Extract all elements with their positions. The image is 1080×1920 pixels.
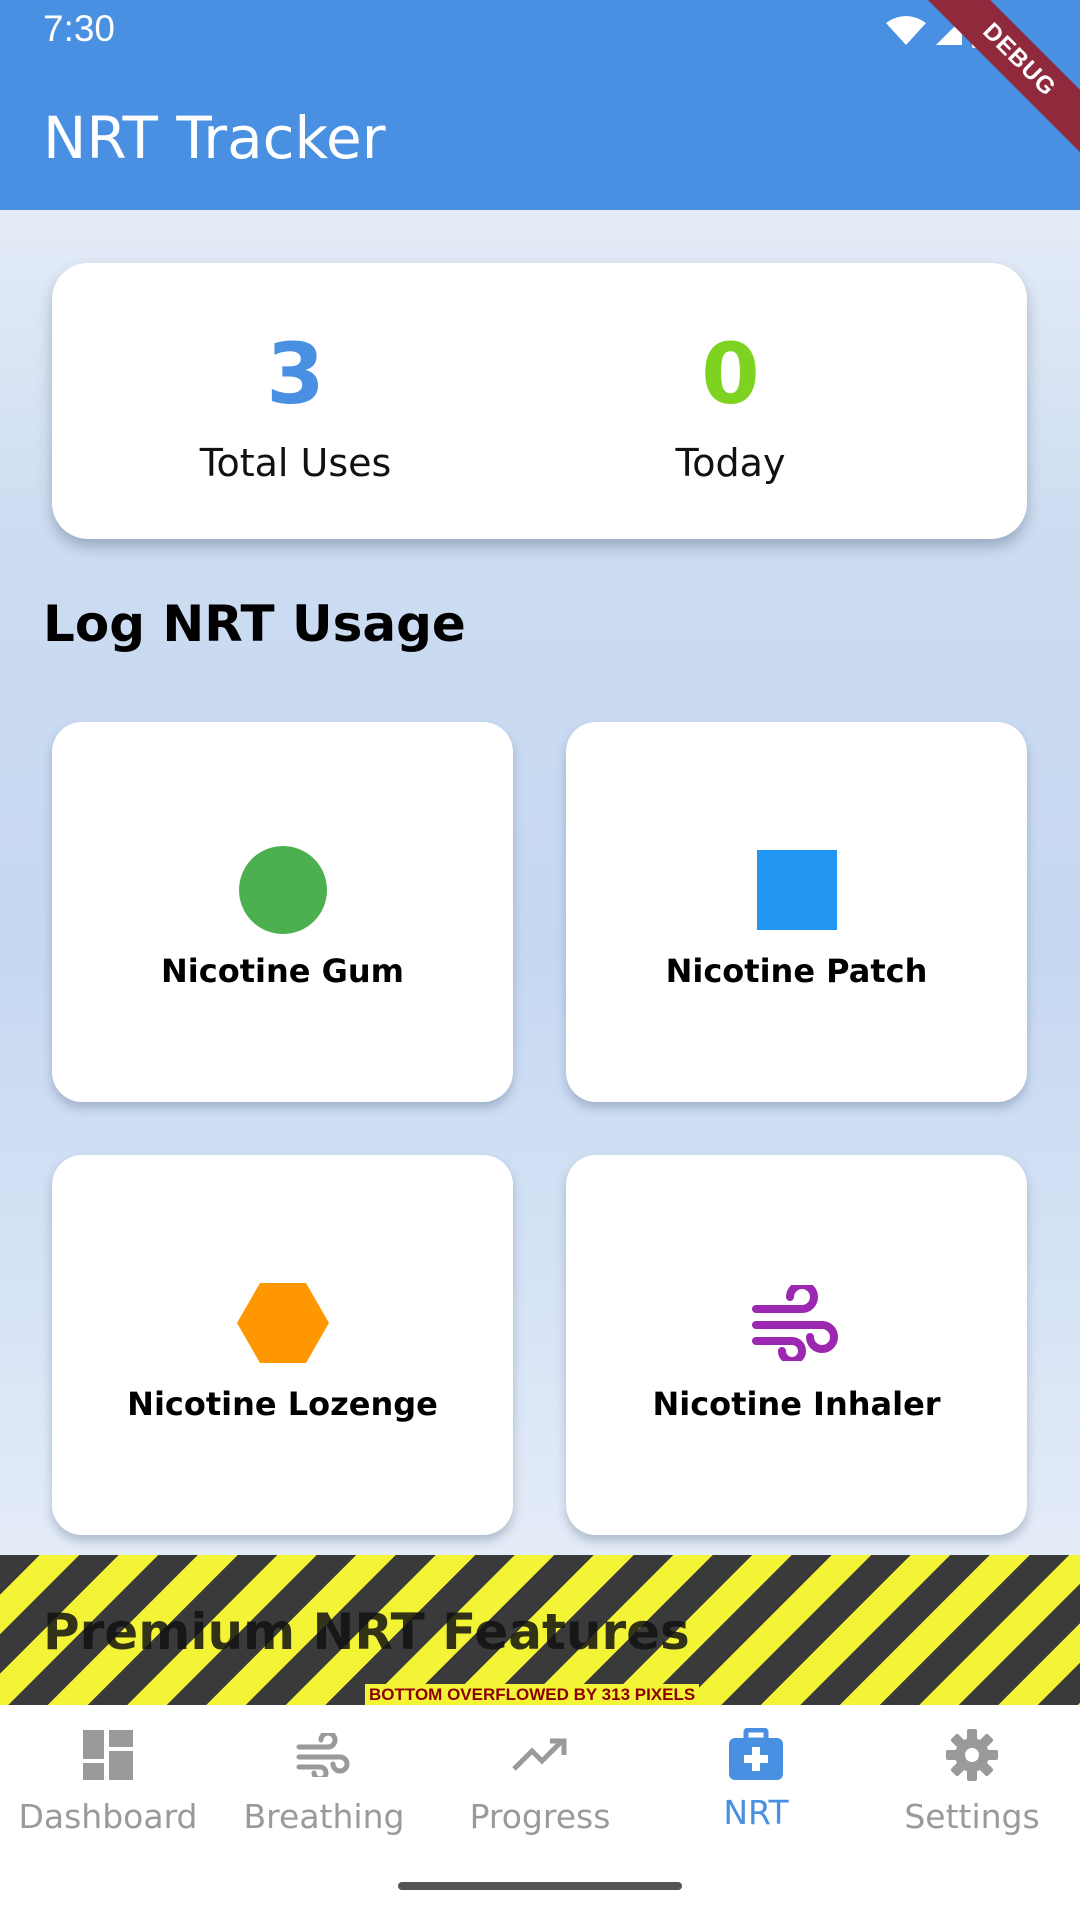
total-uses-label: Total Uses	[199, 441, 392, 485]
nav-item-progress[interactable]: Progress	[432, 1725, 648, 1836]
circle-icon	[52, 840, 513, 940]
medical-kit-icon	[648, 1725, 864, 1785]
main-content: 3 Total Uses 0 Today Log NRT Usage Nicot…	[0, 210, 1080, 1555]
tile-nicotine-gum[interactable]: Nicotine Gum	[52, 722, 513, 1102]
tile-label: Nicotine Patch	[665, 952, 928, 990]
stat-today: 0 Today	[487, 263, 974, 539]
nav-label: Breathing	[243, 1797, 405, 1836]
square-icon	[566, 840, 1027, 940]
log-section-title: Log NRT Usage	[43, 595, 466, 653]
today-label: Today	[675, 441, 786, 485]
tile-label: Nicotine Inhaler	[652, 1385, 941, 1423]
home-indicator[interactable]	[398, 1882, 682, 1890]
status-time: 7:30	[43, 8, 116, 49]
wind-icon	[566, 1273, 1027, 1373]
overflow-warning-strip: Premium NRT Features BOTTOM OVERFLOWED B…	[0, 1555, 1080, 1705]
app-bar: 7:30 DEBUG NRT Tracker	[0, 0, 1080, 210]
tile-nicotine-lozenge[interactable]: Nicotine Lozenge	[52, 1155, 513, 1535]
gear-icon	[864, 1725, 1080, 1785]
stats-card: 3 Total Uses 0 Today	[52, 263, 1027, 539]
tile-label: Nicotine Lozenge	[127, 1385, 438, 1423]
today-value: 0	[701, 325, 760, 423]
stat-total-uses: 3 Total Uses	[52, 263, 539, 539]
nav-item-nrt[interactable]: NRT	[648, 1725, 864, 1832]
hexagon-icon	[52, 1273, 513, 1373]
air-icon	[216, 1725, 432, 1785]
tile-label: Nicotine Gum	[161, 952, 404, 990]
nav-item-dashboard[interactable]: Dashboard	[0, 1725, 216, 1836]
nav-item-breathing[interactable]: Breathing	[216, 1725, 432, 1836]
page-title: NRT Tracker	[43, 104, 386, 172]
dashboard-icon	[0, 1725, 216, 1785]
premium-features-heading: Premium NRT Features	[43, 1603, 690, 1661]
nav-label: Settings	[904, 1797, 1040, 1836]
tile-nicotine-inhaler[interactable]: Nicotine Inhaler	[566, 1155, 1027, 1535]
wifi-icon	[886, 16, 926, 45]
overflow-warning-label: BOTTOM OVERFLOWED BY 313 PIXELS	[365, 1684, 700, 1705]
trending-up-icon	[432, 1725, 648, 1785]
nav-item-settings[interactable]: Settings	[864, 1725, 1080, 1836]
total-uses-value: 3	[266, 325, 325, 423]
nav-label: NRT	[723, 1793, 789, 1832]
tile-nicotine-patch[interactable]: Nicotine Patch	[566, 722, 1027, 1102]
nav-label: Dashboard	[18, 1797, 198, 1836]
nav-label: Progress	[469, 1797, 611, 1836]
